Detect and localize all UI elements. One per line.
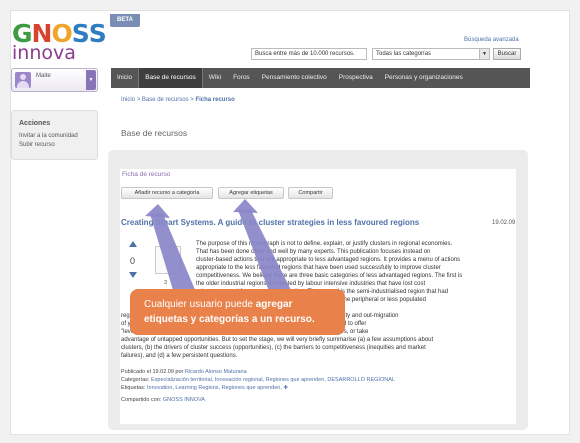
- breadcrumb-separator: >: [190, 97, 194, 103]
- breadcrumb-separator: >: [136, 97, 141, 103]
- published-prefix: Publicado el 19.02.09 por: [121, 369, 184, 375]
- beta-badge: BETA: [110, 14, 140, 27]
- category-select[interactable]: Todas las categorías ▼: [372, 48, 490, 60]
- vote-up-icon[interactable]: [129, 241, 137, 247]
- nav-item-pensamiento-colectivo[interactable]: Pensamiento colectivo: [256, 68, 333, 88]
- user-name: Maite: [36, 73, 51, 79]
- category-select-value: Todas las categorías: [376, 51, 432, 57]
- sidebar-title: Acciones: [19, 120, 51, 127]
- categories-label: Categorías:: [121, 377, 150, 383]
- breadcrumb-current: Ficha recurso: [195, 97, 235, 103]
- description-line: cluster-based actions that are appropria…: [196, 257, 461, 263]
- callout-bold-2: etiquetas y categorías a un recurso.: [144, 314, 315, 325]
- breadcrumb: Inicio > Base de recursos > Ficha recurs…: [121, 97, 235, 103]
- sidebar-link-upload[interactable]: Subir recurso: [19, 142, 55, 148]
- description-line: The purpose of this monograph is not to …: [196, 241, 453, 247]
- avatar: [15, 72, 31, 88]
- nav-item-inicio[interactable]: Inicio: [111, 68, 138, 88]
- breadcrumb-base-de-recursos[interactable]: Base de recursos: [142, 97, 189, 103]
- callout-box: Cualquier usuario puede agregar etiqueta…: [130, 289, 345, 335]
- callout-bold-1: agregar: [255, 299, 293, 310]
- resource-date: 19.02.09: [492, 220, 516, 226]
- description-line: advantage of untapped opportunities. But…: [121, 337, 434, 343]
- shared-community-link[interactable]: GNOSS INNOVA: [163, 397, 205, 403]
- categories-line: Categorías: Especialización territorial,…: [121, 377, 395, 383]
- published-line: Publicado el 19.02.09 por Ricardo Alonso…: [121, 369, 247, 375]
- main-nav: Inicio Base de recursos Wiki Foros Pensa…: [111, 68, 530, 88]
- document-thumbnail[interactable]: [155, 246, 181, 274]
- vote-down-icon[interactable]: [129, 272, 137, 278]
- add-tags-button[interactable]: Agregar etiquetas: [218, 187, 284, 199]
- vote-count: 0: [130, 256, 136, 266]
- nav-item-wiki[interactable]: Wiki: [203, 68, 227, 88]
- description-line: That has been done often and well by man…: [196, 249, 431, 255]
- categories-links[interactable]: Especialización territorial, Innovación …: [151, 377, 395, 383]
- user-menu[interactable]: Maite ▼: [11, 68, 98, 92]
- document-count: 3: [164, 280, 168, 286]
- tags-links[interactable]: Innovation, Learning Regions, Regiones q…: [147, 385, 288, 391]
- nav-item-base-de-recursos[interactable]: Base de recursos: [138, 68, 203, 88]
- nav-item-foros[interactable]: Foros: [227, 68, 256, 88]
- share-button[interactable]: Compartir: [288, 187, 333, 199]
- sidebar-link-invite[interactable]: Invitar a la comunidad: [19, 133, 78, 139]
- resource-card-label: Ficha de recurso: [122, 171, 171, 178]
- tags-label: Etiquetas:: [121, 385, 146, 391]
- description-line: clusters, (b) the drivers of cluster suc…: [121, 345, 426, 351]
- resource-title[interactable]: Creating Smart Systems. A guide to clust…: [121, 218, 419, 227]
- shared-prefix: Compartido con:: [121, 397, 162, 403]
- chevron-down-icon[interactable]: ▼: [86, 70, 96, 90]
- description-line: appropriate to the less favoured regions…: [196, 265, 441, 271]
- tags-line: Etiquetas: Innovation, Learning Regions,…: [121, 385, 288, 391]
- description-line: the older industrial regions dominated b…: [196, 281, 426, 287]
- actions-sidebar: Acciones Invitar a la comunidad Subir re…: [11, 110, 98, 160]
- description-line: competitiveness. We believe there are th…: [196, 273, 463, 279]
- breadcrumb-inicio[interactable]: Inicio: [121, 97, 135, 103]
- author-link[interactable]: Ricardo Alonso Maturana: [185, 369, 247, 375]
- gnoss-innova-logo[interactable]: G N O S S innova: [12, 21, 107, 63]
- nav-item-prospectiva[interactable]: Prospectiva: [333, 68, 379, 88]
- add-to-category-button[interactable]: Añadir recurso a categoría: [121, 187, 213, 199]
- search-button[interactable]: Buscar: [493, 48, 521, 60]
- page-title: Base de recursos: [121, 128, 188, 138]
- description-line: failures), and (d) a few persistent ques…: [121, 353, 238, 359]
- chevron-down-icon: ▼: [479, 49, 489, 59]
- search-input[interactable]: Busca entre más de 10.000 recursos.: [251, 48, 367, 60]
- logo-letter-s2: S: [88, 19, 107, 48]
- nav-item-personas-organizaciones[interactable]: Personas y organizaciones: [379, 68, 469, 88]
- callout-text: Cualquier usuario puede: [144, 299, 256, 310]
- shared-line: Compartido con: GNOSS INNOVA: [121, 397, 205, 403]
- advanced-search-link[interactable]: Búsqueda avanzada: [464, 37, 519, 43]
